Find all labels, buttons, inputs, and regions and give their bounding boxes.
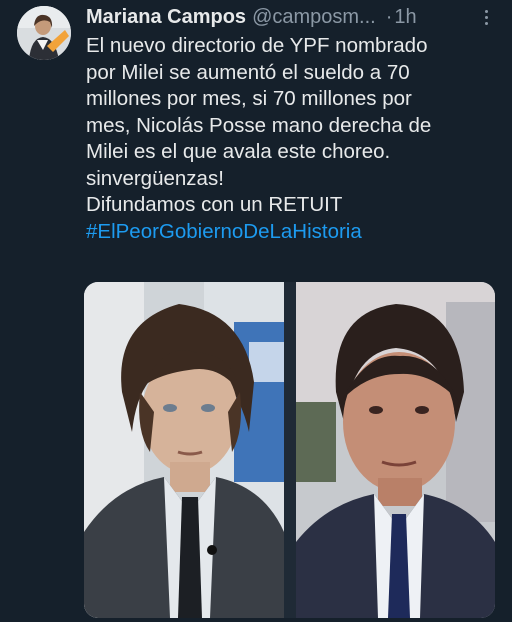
more-options-icon[interactable] bbox=[478, 6, 494, 28]
avatar-image bbox=[17, 6, 71, 60]
tweet-line: por Milei se aumentó el sueldo a 70 bbox=[86, 60, 410, 84]
separator: · bbox=[385, 5, 393, 28]
hashtag-link[interactable]: #ElPeorGobiernoDeLaHistoria bbox=[86, 219, 506, 246]
tweet-line: mes, Nicolás Posse mano derecha de bbox=[86, 113, 432, 137]
tweet-line: millones por mes, si 70 millones por bbox=[86, 87, 412, 110]
tweet-line: Difundamos con un RETUIT bbox=[86, 193, 343, 216]
photo-divider bbox=[284, 282, 296, 618]
tweet: Mariana Campos @camposm... · 1h El nuevo… bbox=[0, 0, 512, 622]
author-handle[interactable]: @camposm... bbox=[252, 6, 376, 29]
avatar[interactable] bbox=[17, 6, 71, 60]
tweet-text: El nuevo directorio de YPF nombrado por … bbox=[86, 33, 506, 245]
tweet-line: El nuevo directorio de YPF nombrado bbox=[86, 34, 428, 57]
tweet-line: Milei es el que avala este choreo. bbox=[86, 140, 391, 163]
tweet-media[interactable] bbox=[84, 282, 495, 618]
author-name[interactable]: Mariana Campos bbox=[86, 6, 246, 29]
tweet-line: sinvergüenzas! bbox=[86, 166, 224, 190]
photo-right[interactable] bbox=[296, 282, 495, 618]
timestamp[interactable]: 1h bbox=[394, 6, 416, 29]
photo-left[interactable] bbox=[84, 282, 284, 618]
tweet-header: Mariana Campos @camposm... · 1h bbox=[86, 4, 498, 30]
